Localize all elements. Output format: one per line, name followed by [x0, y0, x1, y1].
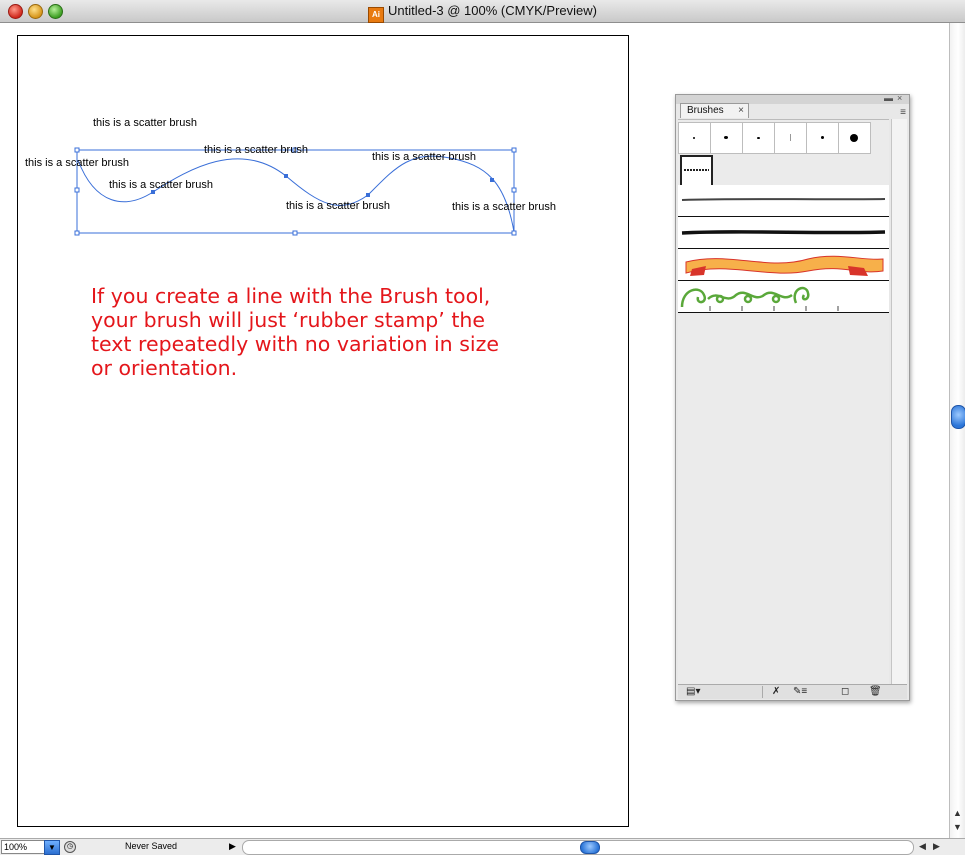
handle: [511, 230, 517, 236]
art-brush-charcoal-stroke: [681, 230, 886, 235]
calligraphic-brush-swatch[interactable]: [710, 122, 743, 154]
brush-libraries-menu-icon[interactable]: ▤▾: [686, 686, 700, 697]
brush-path-curve: [77, 155, 515, 233]
brush-options-icon[interactable]: ✎≡: [793, 686, 807, 697]
scatter-brush-preview: [684, 169, 709, 171]
scroll-right-arrow-icon[interactable]: ▶: [933, 841, 940, 852]
scatter-brush-text: this is a scatter brush: [452, 201, 556, 213]
status-menu-arrow-icon[interactable]: ▶: [229, 841, 236, 852]
handle: [74, 147, 80, 153]
scatter-brush-swatch[interactable]: [680, 155, 713, 187]
art-brush-row-ribbon[interactable]: [678, 249, 889, 281]
anchor-point: [366, 193, 370, 197]
anchor-point: [284, 174, 288, 178]
art-brush-thin-stroke: [681, 198, 886, 201]
new-brush-icon[interactable]: ◻: [841, 686, 849, 697]
brush-list[interactable]: [678, 119, 889, 686]
calligraphic-brush-swatch[interactable]: [806, 122, 839, 154]
panel-scrollbar[interactable]: [891, 119, 907, 685]
tab-close-icon[interactable]: ×: [738, 104, 744, 118]
scatter-brush-text: this is a scatter brush: [204, 144, 308, 156]
scatter-brush-text: this is a scatter brush: [286, 200, 390, 212]
calligraphic-brush-swatch[interactable]: [838, 122, 871, 154]
handle: [511, 147, 517, 153]
scatter-brush-text: this is a scatter brush: [25, 157, 129, 169]
horizontal-scrollbar[interactable]: [242, 840, 914, 855]
zoom-level-field[interactable]: 100%: [1, 840, 45, 854]
art-brush-row-charcoal[interactable]: [678, 217, 889, 249]
scatter-brush-text: this is a scatter brush: [109, 179, 213, 191]
tab-brushes[interactable]: Brushes ×: [680, 103, 749, 118]
anchor-point: [490, 178, 494, 182]
horizontal-scroll-thumb[interactable]: [580, 841, 600, 854]
scroll-up-arrow-icon[interactable]: ▲: [953, 808, 962, 818]
panel-menu-icon[interactable]: ≡: [900, 107, 906, 118]
save-status-text: Never Saved: [125, 841, 178, 851]
footer-divider: [762, 686, 763, 698]
brushes-panel[interactable]: ▬ × Brushes × ≡ ▤▾ ✗ ✎≡ ◻ 🗑: [675, 93, 910, 701]
annotation-line: If you create a line with the Brush tool…: [91, 284, 491, 308]
vertical-scrollbar[interactable]: ▲ ▼: [949, 23, 965, 838]
ribbon-banner-brush: [685, 255, 884, 276]
annotation-text: If you create a line with the Brush tool…: [91, 284, 511, 380]
panel-close-icon[interactable]: ×: [897, 93, 902, 103]
calligraphic-brush-swatch[interactable]: [678, 122, 711, 154]
handle: [74, 187, 80, 193]
vertical-scroll-thumb[interactable]: [951, 405, 965, 429]
calligraphic-brush-swatch[interactable]: [774, 122, 807, 154]
handle: [74, 230, 80, 236]
tab-brushes-label: Brushes: [687, 105, 724, 116]
scatter-brush-text: this is a scatter brush: [372, 151, 476, 163]
pattern-brush-preview: [680, 286, 839, 311]
annotation-line: text repeatedly with no variation in siz…: [91, 332, 499, 356]
annotation-line: or orientation.: [91, 356, 238, 380]
scroll-down-arrow-icon[interactable]: ▼: [953, 822, 962, 832]
remove-brush-stroke-icon[interactable]: ✗: [772, 686, 780, 697]
art-brush-row-thin[interactable]: [678, 185, 889, 217]
panel-collapse-icon[interactable]: ▬: [884, 93, 893, 103]
status-menu-icon[interactable]: ◷: [64, 841, 76, 853]
scroll-left-arrow-icon[interactable]: ◀: [919, 841, 926, 852]
panel-footer: ▤▾ ✗ ✎≡ ◻ 🗑: [678, 684, 907, 699]
delete-brush-trash-icon[interactable]: 🗑: [869, 686, 882, 697]
handle: [511, 187, 517, 193]
status-bar: 100% ▼ ◷ Never Saved ▶ ◀ ▶: [0, 838, 965, 855]
scatter-brush-text: this is a scatter brush: [93, 117, 197, 129]
calligraphic-brush-swatch[interactable]: [742, 122, 775, 154]
pattern-brush-row[interactable]: [678, 281, 889, 313]
annotation-line: your brush will just ‘rubber stamp’ the: [91, 308, 485, 332]
handle: [292, 230, 298, 236]
zoom-dropdown-icon[interactable]: ▼: [44, 840, 60, 855]
